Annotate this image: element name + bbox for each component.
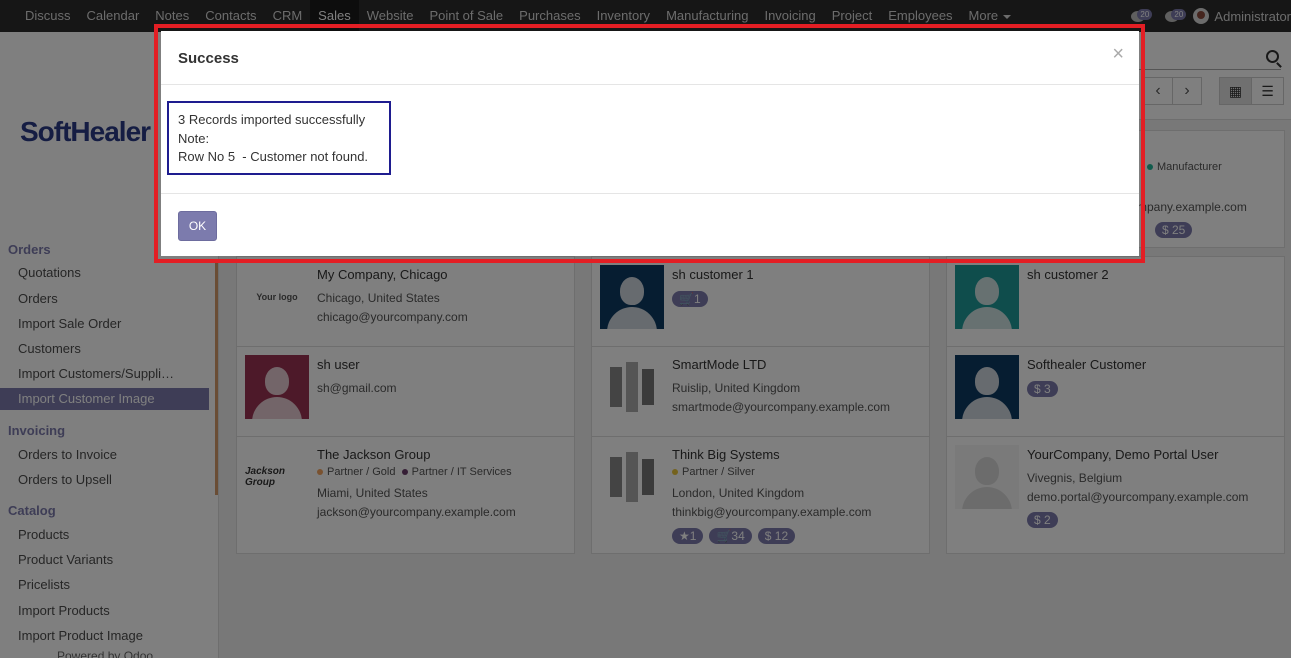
modal-header: Success × [161, 31, 1139, 85]
import-result-message: 3 Records imported successfully Note: Ro… [167, 101, 391, 175]
close-icon[interactable]: × [1112, 44, 1124, 64]
modal-footer: OK [161, 194, 1139, 256]
message-line: Note: [178, 130, 210, 146]
modal-title: Success [178, 50, 239, 67]
modal-body: 3 Records imported successfully Note: Ro… [161, 85, 1139, 194]
ok-button[interactable]: OK [178, 211, 217, 241]
message-line: Row No 5 - Customer not found. [178, 149, 369, 164]
success-dialog: Success × 3 Records imported successfull… [161, 31, 1139, 256]
message-line: 3 Records imported successfully [178, 112, 366, 127]
